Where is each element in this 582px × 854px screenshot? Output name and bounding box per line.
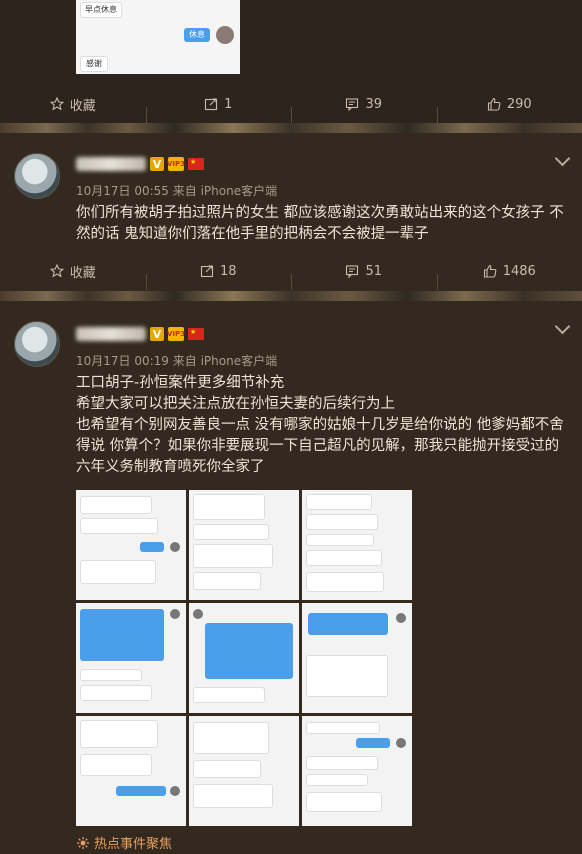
comment-meta: 10月17日 00:19 来自 iPhone客户端	[76, 354, 278, 368]
repost-count: 18	[219, 263, 237, 279]
fire-icon	[77, 836, 89, 849]
user-badges: V VIP3	[150, 157, 204, 171]
background-strip	[0, 123, 582, 133]
chat-screenshot[interactable]	[302, 490, 412, 600]
repost-button[interactable]: 18	[145, 263, 292, 290]
comment-icon	[346, 265, 359, 278]
repost-icon	[205, 98, 218, 111]
favorite-label: 收藏	[69, 98, 96, 114]
like-count: 1486	[502, 263, 536, 279]
star-icon	[49, 97, 64, 111]
vip-badge: VIP3	[167, 327, 185, 341]
chat-screenshot[interactable]	[189, 716, 299, 826]
favorite-button[interactable]: 收藏	[0, 95, 146, 114]
post-image-fragment[interactable]: 早点休息 休息 感谢	[76, 0, 240, 74]
chevron-down-icon[interactable]	[554, 150, 571, 167]
image-grid	[76, 490, 412, 826]
comment-text: 你们所有被胡子拍过照片的女生 都应该感谢这次勇敢站出来的这个女孩子 不然的话 鬼…	[76, 205, 564, 242]
comment-action-bar: 收藏 18 51 1486	[0, 251, 582, 291]
flag-badge	[188, 328, 204, 340]
comment-text: 希望大家可以把关注点放在孙恒夫妻的后续行为上	[76, 396, 395, 412]
chat-screenshot[interactable]	[76, 603, 186, 713]
comment-meta: 10月17日 00:55 来自 iPhone客户端	[76, 184, 278, 198]
chat-bubble: 早点休息	[80, 2, 122, 18]
star-icon	[49, 264, 64, 278]
chevron-down-icon[interactable]	[554, 318, 571, 335]
chat-avatar	[216, 26, 234, 44]
chat-screenshot[interactable]	[189, 490, 299, 600]
post-action-bar: 收藏 1 39 290	[0, 84, 582, 124]
comment-text: 也希望有个别网友善良一点 没有哪家的姑娘十几岁是给你说的 他爹妈都不舍得说 你算…	[76, 417, 564, 475]
topic-label: 热点事件聚焦	[94, 837, 173, 852]
repost-button[interactable]: 1	[145, 96, 292, 123]
favorite-button[interactable]: 收藏	[0, 262, 146, 281]
chat-screenshot[interactable]	[302, 603, 412, 713]
flag-badge	[188, 158, 204, 170]
verified-badge: V	[150, 327, 164, 341]
chat-screenshot[interactable]	[76, 716, 186, 826]
chat-screenshot[interactable]	[302, 716, 412, 826]
like-button[interactable]: 290	[436, 96, 582, 123]
favorite-label: 收藏	[69, 265, 96, 281]
like-button[interactable]: 1486	[436, 263, 582, 290]
user-name[interactable]	[76, 327, 146, 341]
user-name[interactable]	[76, 157, 146, 171]
topic-link[interactable]: 热点事件聚焦	[76, 833, 172, 852]
comment-card: V VIP3 10月17日 00:19 来自 iPhone客户端 工口胡子-孙恒…	[0, 301, 582, 854]
repost-count: 1	[224, 96, 233, 112]
background-strip	[0, 291, 582, 301]
chat-bubble-self: 休息	[184, 28, 210, 42]
vip-badge: VIP3	[167, 157, 185, 171]
comment-title: 工口胡子-孙恒案件更多细节补充	[76, 375, 285, 391]
comment-button[interactable]: 51	[291, 263, 437, 290]
comment-count: 39	[365, 96, 383, 112]
comment-icon	[346, 98, 359, 111]
avatar[interactable]	[14, 321, 60, 367]
thumbs-up-icon	[487, 97, 501, 111]
repost-icon	[200, 265, 214, 278]
avatar[interactable]	[14, 153, 60, 199]
user-badges: V VIP3	[150, 327, 204, 341]
comment-count: 51	[365, 263, 383, 279]
comment-card: V VIP3 10月17日 00:55 来自 iPhone客户端 你们所有被胡子…	[0, 133, 582, 291]
chat-screenshot[interactable]	[189, 603, 299, 713]
comment-button[interactable]: 39	[291, 96, 437, 123]
chat-screenshot[interactable]	[76, 490, 186, 600]
thumbs-up-icon	[483, 264, 497, 278]
chat-bubble: 感谢	[80, 56, 108, 72]
verified-badge: V	[150, 157, 164, 171]
like-count: 290	[506, 96, 532, 112]
